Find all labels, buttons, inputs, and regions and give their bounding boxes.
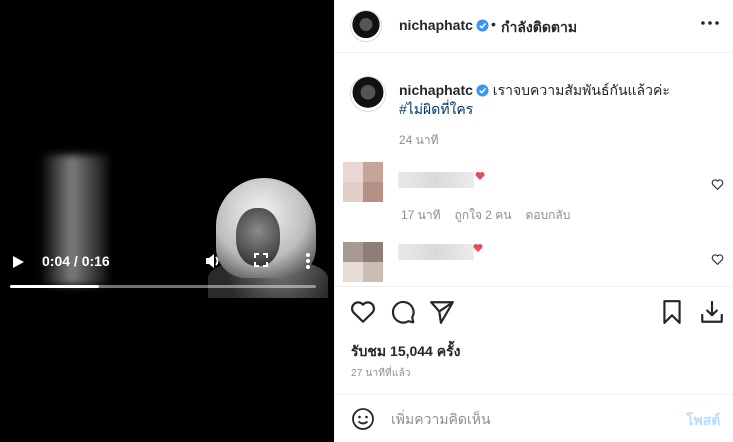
video-controls: 0:04 / 0:16 (0, 248, 334, 288)
action-bar (335, 286, 733, 336)
list-item: 17 นาที ถูกใจ 2 คน ตอบกลับ (335, 162, 733, 232)
avatar[interactable] (350, 10, 382, 42)
heart-icon (475, 172, 485, 180)
following-button[interactable]: กำลังติดตาม (501, 17, 577, 39)
comment-likes[interactable]: ถูกใจ 2 คน (455, 208, 512, 222)
comment-meta: 17 นาที ถูกใจ 2 คน ตอบกลับ (401, 206, 584, 225)
comment-age: 17 นาที (401, 208, 441, 222)
verified-icon (476, 84, 489, 97)
avatar[interactable] (343, 162, 383, 202)
more-vert-icon[interactable] (304, 252, 312, 270)
caption-text: nichaphatc เราจบความสัมพันธ์กันแล้วค่ะ #… (399, 81, 719, 119)
heart-icon[interactable] (350, 299, 376, 325)
bookmark-icon[interactable] (659, 299, 685, 325)
comment-input[interactable] (391, 409, 671, 429)
reply-button[interactable]: ตอบกลับ (526, 208, 571, 222)
verified-icon (476, 19, 489, 32)
post-side-panel: nichaphatc • กำลังติดตาม nichaphatc เราจ… (334, 0, 733, 442)
post-header: nichaphatc • กำลังติดตาม (335, 0, 733, 53)
play-icon[interactable] (10, 254, 26, 270)
caption-username[interactable]: nichaphatc (399, 82, 489, 98)
video-player[interactable]: 0:04 / 0:16 (0, 0, 334, 442)
post-button[interactable]: โพสต์ (686, 410, 720, 432)
list-item (335, 242, 733, 286)
heart-icon[interactable] (711, 178, 724, 191)
post-timestamp: 27 นาทีที่แล้ว (351, 368, 411, 379)
comment-icon[interactable] (390, 299, 416, 325)
header-separator: • (491, 16, 496, 32)
more-horiz-icon[interactable] (700, 20, 720, 26)
share-icon[interactable] (429, 299, 455, 325)
avatar[interactable] (343, 242, 383, 282)
video-time: 0:04 / 0:16 (42, 253, 110, 269)
caption-age: 24 นาที (399, 133, 439, 147)
video-progress-fill (10, 285, 99, 288)
view-count: รับชม 15,044 ครั้ง (351, 343, 461, 359)
comment-composer: โพสต์ (335, 394, 733, 442)
download-icon[interactable] (699, 299, 725, 325)
header-username[interactable]: nichaphatc (399, 17, 489, 33)
volume-icon[interactable] (204, 252, 222, 270)
heart-icon[interactable] (711, 253, 724, 266)
caption-body: เราจบความสัมพันธ์กันแล้วค่ะ (492, 82, 670, 98)
comment-username-blurred[interactable] (398, 172, 474, 188)
video-progress-bar[interactable] (10, 285, 316, 288)
fullscreen-icon[interactable] (254, 253, 268, 267)
caption-hashtag[interactable]: #ไม่ผิดที่ใคร (399, 101, 473, 117)
comment-username-blurred[interactable] (398, 244, 474, 260)
heart-icon (473, 244, 483, 252)
emoji-icon[interactable] (351, 407, 375, 431)
comments-list[interactable]: nichaphatc เราจบความสัมพันธ์กันแล้วค่ะ #… (335, 54, 733, 286)
avatar[interactable] (350, 76, 386, 112)
